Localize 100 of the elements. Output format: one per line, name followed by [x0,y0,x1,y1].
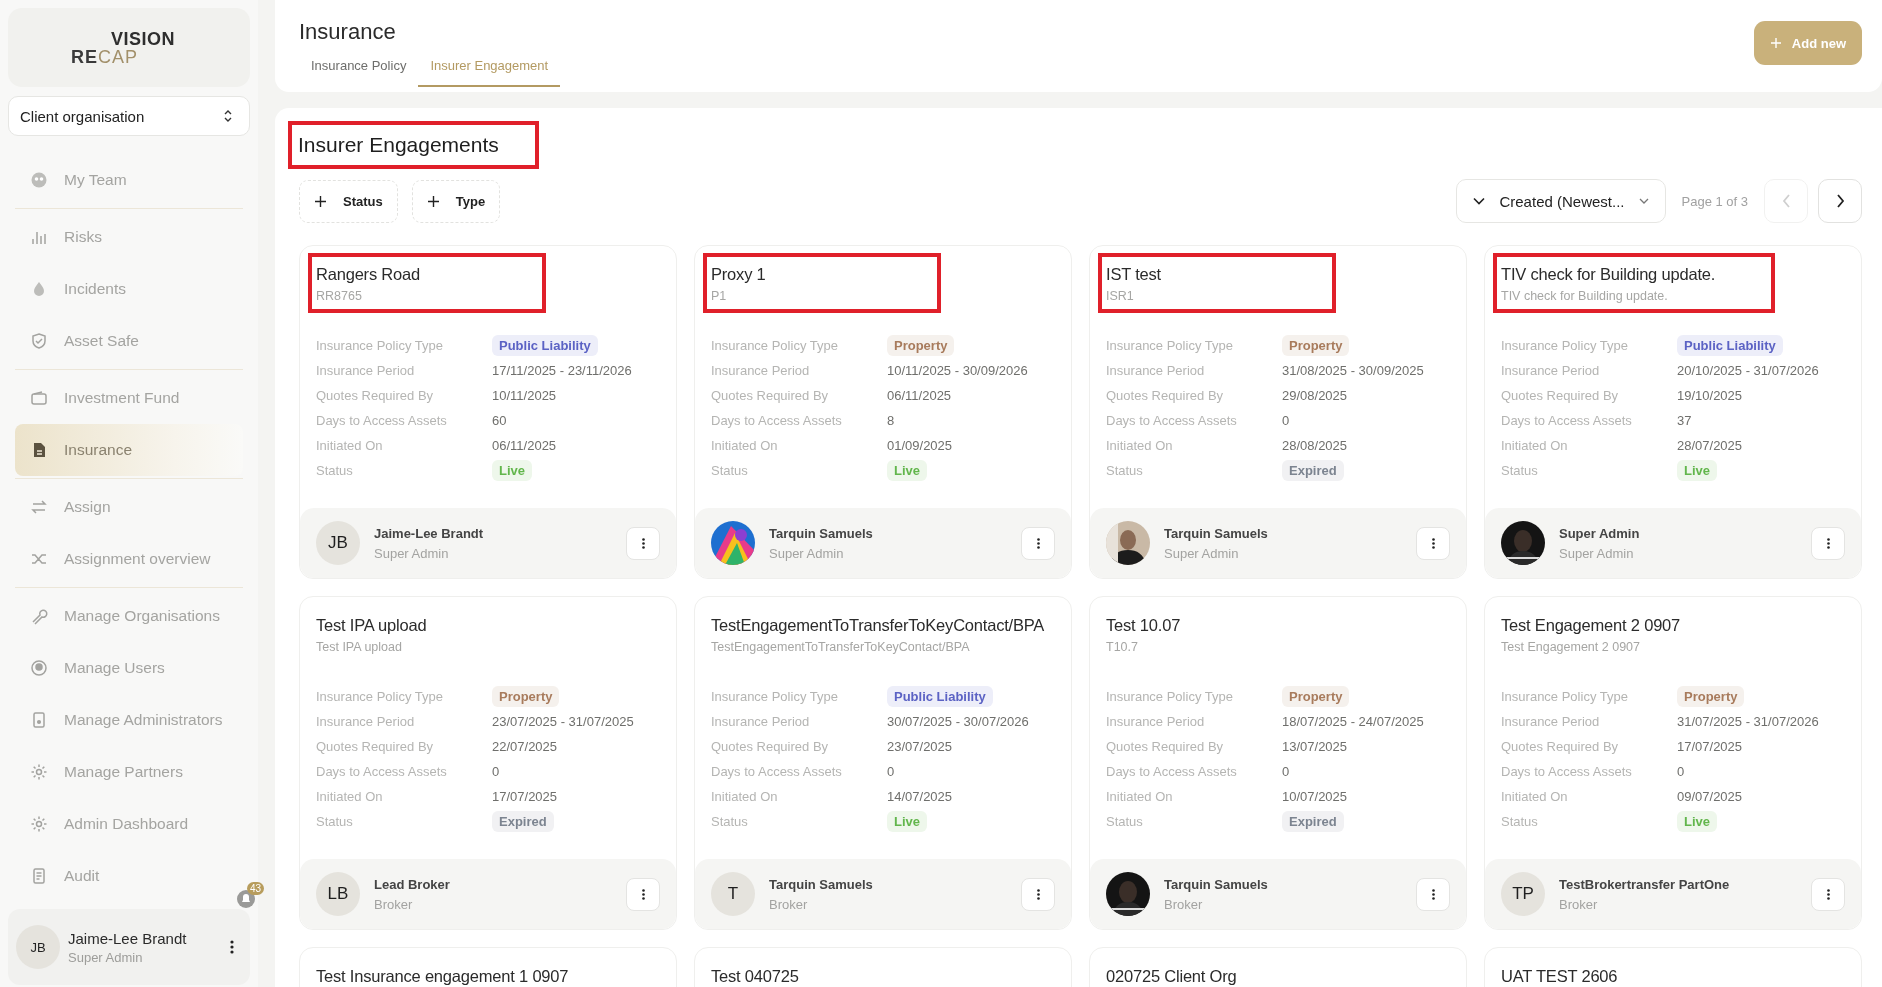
card-title: Rangers Road [316,265,421,284]
field-label: Insurance Period [1501,713,1601,731]
engagement-card[interactable] [299,245,677,579]
more-button[interactable] [1811,526,1845,560]
card-title: Test 10.07 [1106,616,1182,635]
field-label: Insurance Period [1106,362,1206,380]
wallet-icon [30,389,48,407]
field-value: 06/11/2025 [492,438,557,453]
page-title: Insurance [299,19,397,45]
card-subtitle: Test IPA upload [316,640,403,654]
card-subtitle: TestEngagementToTransferToKeyContact/BPA [711,640,971,654]
field-label: Insurance Policy Type [316,688,444,706]
engagement-card[interactable] [694,596,1072,930]
field-value: 14/07/2025 [887,789,953,804]
nav-item[interactable]: Assign [15,481,243,533]
status-badge: Expired [492,811,554,832]
engagement-card[interactable]: Proxy 1 P1 Insurance Policy Type Property Insurance Period 10/11/2025 - 30/09/2026 Quotes Required By 06/11/2025 Days to Access Assets 8 Initiated On 01/09/2025 Status Live Tarquin Samuels Super Admin [694,245,1072,579]
more-button[interactable] [626,526,660,560]
contact-name: Tarquin Samuels [769,876,874,892]
policy-type-badge: Property [1282,335,1350,356]
user-name: Jaime-Lee Brandt [68,929,188,947]
field-label: Quotes Required By [711,738,830,756]
contact-name: Tarquin Samuels [769,525,874,541]
next-page-button[interactable] [1818,179,1862,223]
engagement-card[interactable] [299,596,677,930]
more-button[interactable] [1021,877,1055,911]
section-title: Insurer Engagements [298,133,499,157]
more-button[interactable] [1021,526,1055,560]
field-value: 10/07/2025 [1282,789,1348,804]
tab[interactable]: Insurance Policy [299,58,419,87]
chevron-down-icon [1473,197,1486,205]
field-value: 0 [887,764,895,779]
engagement-card[interactable]: 020725 Client Org [1089,947,1467,987]
field-label: Insurance Policy Type [1501,337,1629,355]
field-label: Quotes Required By [1501,387,1620,405]
nav-item[interactable]: Manage Users [15,642,243,694]
field-label: Status [711,462,749,480]
field-label: Status [1501,462,1539,480]
engagement-card[interactable]: Test Insurance engagement 1 0907 [299,947,677,987]
contact-name: Tarquin Samuels [1164,876,1269,892]
field-label: Status [1106,462,1144,480]
page-indicator: Page 1 of 3 [1681,193,1748,209]
field-value: 17/07/2025 [1677,739,1743,754]
field-value: 37 [1677,413,1692,428]
engagement-card[interactable] [1089,245,1467,579]
card-subtitle: P1 [711,289,728,303]
field-value: 06/11/2025 [887,388,952,403]
nav-item[interactable]: Risks [15,211,243,263]
field-label: Quotes Required By [1106,738,1225,756]
filter-button[interactable]: Status [299,179,398,223]
status-badge: Expired [1282,460,1344,481]
filter-button[interactable]: Type [411,179,501,223]
card-subtitle: RR8765 [316,289,363,303]
contact-role: Broker [374,896,414,912]
more-icon [641,888,645,900]
field-label: Insurance Period [711,362,811,380]
engagement-card[interactable]: UAT TEST 2606 [1484,947,1862,987]
sort-dropdown[interactable]: Created (Newest... [1456,179,1666,223]
chevron-updown-icon [223,109,233,123]
more-button[interactable] [1416,877,1450,911]
engagement-card[interactable] [1089,596,1467,930]
nav-item[interactable]: My Team [15,154,243,206]
field-label: Initiated On [711,788,779,806]
more-icon[interactable] [230,940,234,954]
avatar: TP [1501,872,1545,916]
engagement-card[interactable]: Test 040725 [694,947,1072,987]
field-value: 0 [1282,413,1290,428]
avatar: LB [316,872,360,916]
engagement-card[interactable] [1484,245,1862,579]
more-button[interactable] [1416,526,1450,560]
nav-item[interactable]: Assignment overview [15,533,243,585]
more-button[interactable] [1811,877,1845,911]
user-card[interactable]: JB Jaime-Lee Brandt Super Admin [8,909,250,985]
nav-item[interactable]: Investment Fund [15,372,243,424]
status-badge: Expired [1282,811,1344,832]
engagement-card[interactable] [1484,596,1862,930]
chevron-down-icon [1638,198,1649,204]
nav-item[interactable]: Incidents [15,263,243,315]
field-label: Insurance Policy Type [316,337,444,355]
organisation-select[interactable]: Client organisation [8,96,250,136]
field-value: 01/09/2025 [887,438,953,453]
nav-item[interactable]: Manage Partners [15,746,243,798]
chevron-left-icon [1781,194,1791,208]
tab[interactable]: Insurer Engagement [418,58,561,87]
more-button[interactable] [626,877,660,911]
card-subtitle: ISR1 [1106,289,1135,303]
field-label: Status [1106,813,1144,831]
field-value: 10/11/2025 - 30/09/2026 [887,363,1028,378]
add-new-button[interactable]: Add new [1753,21,1862,65]
field-value: 18/07/2025 - 24/07/2025 [1282,714,1424,729]
policy-type-badge: Public Liability [492,335,598,356]
nav-item[interactable]: Manage Organisations [15,590,243,642]
nav-item[interactable]: Admin Dashboard [15,798,243,850]
field-value: 23/07/2025 [887,739,953,754]
field-label: Status [316,813,354,831]
nav-item[interactable]: Audit [15,850,243,902]
field-label: Days to Access Assets [316,412,448,430]
more-icon [1826,537,1830,549]
nav-item[interactable]: Asset Safe [15,315,243,367]
nav-item[interactable]: Manage Administrators [15,694,243,746]
